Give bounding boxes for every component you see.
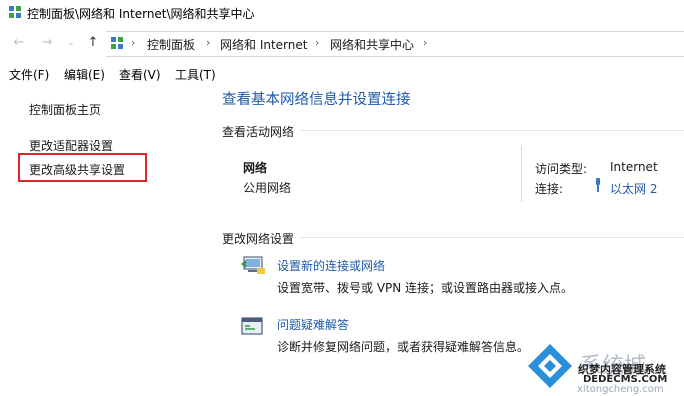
troubleshoot-icon xyxy=(241,317,263,335)
access-type-value: Internet xyxy=(610,160,658,174)
change-settings-heading: 更改网络设置 xyxy=(222,232,295,246)
sidebar-item-change-adapter-settings[interactable]: 更改适配器设置 xyxy=(29,137,113,154)
highlight-box xyxy=(18,153,147,182)
section-divider xyxy=(300,130,684,131)
control-panel-icon xyxy=(9,6,21,18)
page-title: 查看基本网络信息并设置连接 xyxy=(222,92,411,108)
connections-label: 连接: xyxy=(535,182,564,196)
control-panel-icon xyxy=(111,37,123,49)
breadcrumb-separator: › xyxy=(423,36,428,49)
menu-edit[interactable]: 编辑(E) xyxy=(64,66,105,83)
section-divider xyxy=(300,237,684,238)
watermark-text: xitongcheng.com xyxy=(577,384,664,395)
setup-new-connection-link[interactable]: 设置新的连接或网络 xyxy=(277,257,385,274)
breadcrumb-separator: › xyxy=(131,36,136,49)
menu-view[interactable]: 查看(V) xyxy=(119,66,161,83)
menu-tools[interactable]: 工具(T) xyxy=(175,66,216,83)
breadcrumb-network-internet[interactable]: 网络和 Internet xyxy=(220,36,307,53)
access-type-label: 访问类型: xyxy=(535,162,588,176)
troubleshoot-desc: 诊断并修复网络问题，或者获得疑难解答信息。 xyxy=(277,340,530,354)
ethernet-icon xyxy=(596,178,600,192)
window-title: 控制面板\网络和 Internet\网络和共享中心 xyxy=(27,7,255,21)
active-networks-heading: 查看活动网络 xyxy=(222,125,295,139)
breadcrumb-separator: › xyxy=(206,36,211,49)
network-type[interactable]: 公用网络 xyxy=(243,179,291,196)
troubleshoot-link[interactable]: 问题疑难解答 xyxy=(277,316,349,333)
up-button[interactable]: ↑ xyxy=(86,36,100,50)
ethernet-connection-link[interactable]: 以太网 2 xyxy=(610,180,657,197)
breadcrumb-network-sharing-center[interactable]: 网络和共享中心 xyxy=(330,36,414,53)
watermark-logo-icon xyxy=(528,344,572,388)
back-button[interactable]: ← xyxy=(12,36,26,50)
setup-new-connection-desc: 设置宽带、拨号或 VPN 连接；或设置路由器或接入点。 xyxy=(277,281,574,295)
sidebar-item-control-panel-home[interactable]: 控制面板主页 xyxy=(29,101,101,118)
title-bar: 控制面板\网络和 Internet\网络和共享中心 xyxy=(0,0,684,26)
vertical-divider xyxy=(521,146,522,202)
breadcrumb-separator: › xyxy=(315,36,320,49)
menu-file[interactable]: 文件(F) xyxy=(9,66,49,83)
forward-button[interactable]: → xyxy=(40,36,54,50)
breadcrumb-control-panel[interactable]: 控制面板 xyxy=(147,36,195,53)
new-connection-icon xyxy=(241,256,265,274)
recent-dropdown-icon[interactable]: ⌄ xyxy=(64,36,78,50)
network-name: 网络 xyxy=(243,161,268,175)
